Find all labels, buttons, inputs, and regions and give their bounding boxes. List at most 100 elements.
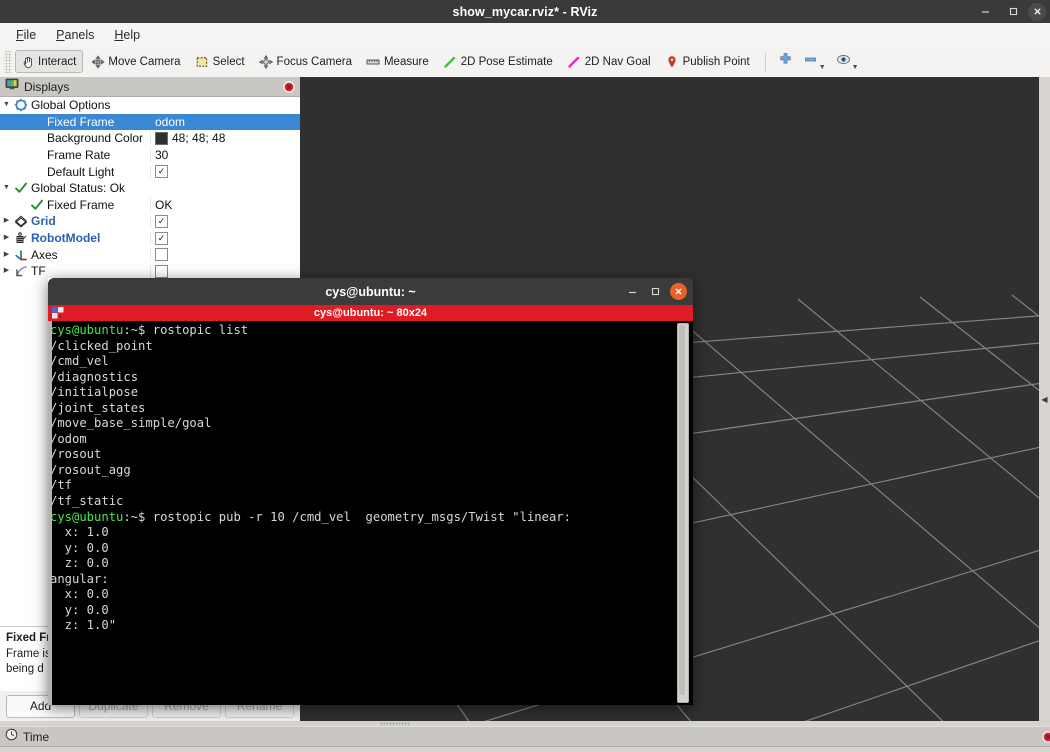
tool-2d-nav-goal[interactable]: 2D Nav Goal [562, 50, 658, 73]
remove-tool-button[interactable]: ▼ [798, 49, 831, 75]
terminal-prompt: cys@ubuntu [50, 323, 124, 337]
move-camera-icon [90, 54, 105, 69]
terminal-line: /initialpose [50, 385, 693, 401]
window-titlebar: show_mycar.rviz* - RViz [0, 0, 1050, 23]
display-row-global-status-ok[interactable]: ▼ Global Status: Ok [0, 180, 300, 197]
display-row-checkbox[interactable] [155, 264, 168, 278]
display-row-color-swatch[interactable] [155, 131, 168, 145]
terminal-body[interactable]: cys@ubuntu:~$ rostopic list/clicked_poin… [48, 321, 693, 705]
terminal-maximize-button[interactable] [647, 283, 664, 300]
tool-measure[interactable]: Measure [361, 50, 436, 73]
focus-camera-icon [259, 54, 274, 69]
tree-expander-right-icon[interactable]: ▶ [0, 267, 13, 275]
remove-tool-icon [803, 52, 818, 72]
display-row-checkbox[interactable]: ✓ [155, 214, 168, 228]
terminal-scrollbar[interactable] [677, 323, 689, 703]
terminal-line: y: 0.0 [50, 541, 693, 557]
display-row-value-cell[interactable] [150, 264, 300, 278]
tool-publish-point-label: Publish Point [682, 55, 750, 68]
display-row-label: Axes [31, 247, 58, 262]
tool-interact[interactable]: Interact [15, 50, 84, 73]
global-options-icon [13, 98, 29, 112]
display-row-checkbox[interactable]: ✓ [155, 165, 168, 179]
window-controls [972, 0, 1046, 23]
terminal-line: /rosout [50, 447, 693, 463]
display-row-background-color[interactable]: Background Color 48; 48; 48 [0, 130, 300, 147]
terminal-minimize-button[interactable] [624, 283, 641, 300]
terminal-line-text: rostopic pub -r 10 /cmd_vel geometry_msg… [152, 509, 571, 524]
display-row-label: RobotModel [31, 231, 101, 246]
terminal-line: /tf [50, 478, 693, 494]
terminal-line: z: 0.0 [50, 556, 693, 572]
display-row-default-light[interactable]: Default Light ✓ [0, 163, 300, 180]
minimize-window-button[interactable] [972, 2, 998, 22]
tool-select[interactable]: Select [190, 50, 252, 73]
collapse-left-arrow-icon: ◀ [1041, 394, 1048, 404]
tool-properties-caret-icon[interactable]: ▼ [852, 64, 859, 71]
display-row-value-cell[interactable] [150, 248, 300, 262]
display-row-grid[interactable]: ▶ Grid ✓ [0, 213, 300, 230]
displays-panel-title: Displays [24, 79, 70, 94]
displays-panel-close-icon[interactable] [281, 79, 296, 94]
display-row-label-cell: ▶ Grid [0, 214, 150, 228]
display-row-value-cell[interactable]: ✓ [150, 231, 300, 245]
terminal-tabbar: cys@ubuntu: ~ 80x24 [48, 305, 693, 321]
display-row-value-cell[interactable]: 48; 48; 48 [150, 131, 300, 146]
menu-help[interactable]: Help [106, 26, 148, 44]
display-row-checkbox[interactable]: ✓ [155, 231, 168, 245]
terminal-close-button[interactable] [670, 283, 687, 300]
terminal-titlebar: cys@ubuntu: ~ [48, 278, 693, 305]
tool-properties-button[interactable]: ▼ [831, 49, 864, 75]
grid-icon [13, 214, 29, 228]
tool-publish-point[interactable]: Publish Point [660, 50, 757, 73]
terminal-line-text: z: 0.0 [50, 556, 109, 571]
toolbar-drag-handle[interactable] [4, 50, 12, 73]
display-row-value-cell[interactable]: ✓ [150, 165, 300, 179]
tool-2d-nav-goal-label: 2D Nav Goal [584, 55, 651, 68]
terminal-line: /rosout_agg [50, 463, 693, 479]
terminal-line: y: 0.0 [50, 603, 693, 619]
display-row-robotmodel[interactable]: ▶ RobotModel ✓ [0, 230, 300, 247]
tree-expander-right-icon[interactable]: ▶ [0, 251, 13, 259]
display-row-label-cell: ▶ Axes [0, 248, 150, 262]
tree-expander-right-icon[interactable]: ▶ [0, 217, 13, 225]
time-panel: Time [0, 721, 1050, 752]
display-row-checkbox[interactable] [155, 248, 168, 262]
terminal-line-text: /joint_states [50, 400, 146, 415]
tool-move-camera-label: Move Camera [108, 55, 181, 68]
terminal-left-edge [48, 321, 52, 705]
display-row-frame-rate[interactable]: Frame Rate 30 [0, 147, 300, 164]
terminal-prompt: cys@ubuntu [50, 509, 124, 524]
view-collapse-handle[interactable]: ◀ [1039, 77, 1050, 721]
tree-expander-down-icon[interactable]: ▼ [0, 101, 13, 109]
display-row-value-cell[interactable]: 30 [150, 148, 300, 163]
display-row-value-cell[interactable]: odom [150, 114, 300, 129]
display-row-fixed-frame[interactable]: Fixed Frame OK [0, 197, 300, 214]
display-row-label: Background Color [47, 131, 144, 146]
tool-move-camera[interactable]: Move Camera [85, 50, 187, 73]
axes-icon [13, 248, 29, 262]
display-row-value-cell[interactable]: ✓ [150, 214, 300, 228]
terminal-window[interactable]: cys@ubuntu: ~ cys@ubuntu: ~ 80x24 cys@ub… [48, 278, 693, 705]
maximize-window-button[interactable] [1000, 2, 1026, 22]
display-row-fixed-frame[interactable]: Fixed Frame odom [0, 113, 300, 131]
tool-2d-pose-estimate[interactable]: 2D Pose Estimate [438, 50, 560, 73]
terminal-prompt-separator: :~$ [123, 323, 153, 337]
add-tool-button[interactable] [773, 49, 798, 75]
tool-focus-camera[interactable]: Focus Camera [254, 50, 359, 73]
display-row-label-cell: ▼ Global Options [0, 98, 150, 112]
terminal-line-text: /tf [50, 478, 73, 493]
menu-panels[interactable]: Panels [48, 26, 102, 44]
terminal-scrollbar-thumb[interactable] [679, 325, 685, 695]
tree-expander-down-icon[interactable]: ▼ [0, 184, 13, 192]
time-panel-close-icon[interactable] [1040, 729, 1050, 744]
display-row-global-options[interactable]: ▼ Global Options [0, 97, 300, 114]
rviz-toolbar: Interact Move Camera Select Focus Camera… [0, 46, 1050, 78]
terminal-line: /tf_static [50, 494, 693, 510]
close-window-button[interactable] [1028, 2, 1046, 21]
display-row-axes[interactable]: ▶ Axes [0, 246, 300, 263]
display-row-value-cell[interactable]: OK [150, 197, 300, 212]
tree-expander-right-icon[interactable]: ▶ [0, 234, 13, 242]
remove-tool-caret-icon[interactable]: ▼ [819, 64, 826, 71]
menu-file[interactable]: File [8, 26, 44, 44]
